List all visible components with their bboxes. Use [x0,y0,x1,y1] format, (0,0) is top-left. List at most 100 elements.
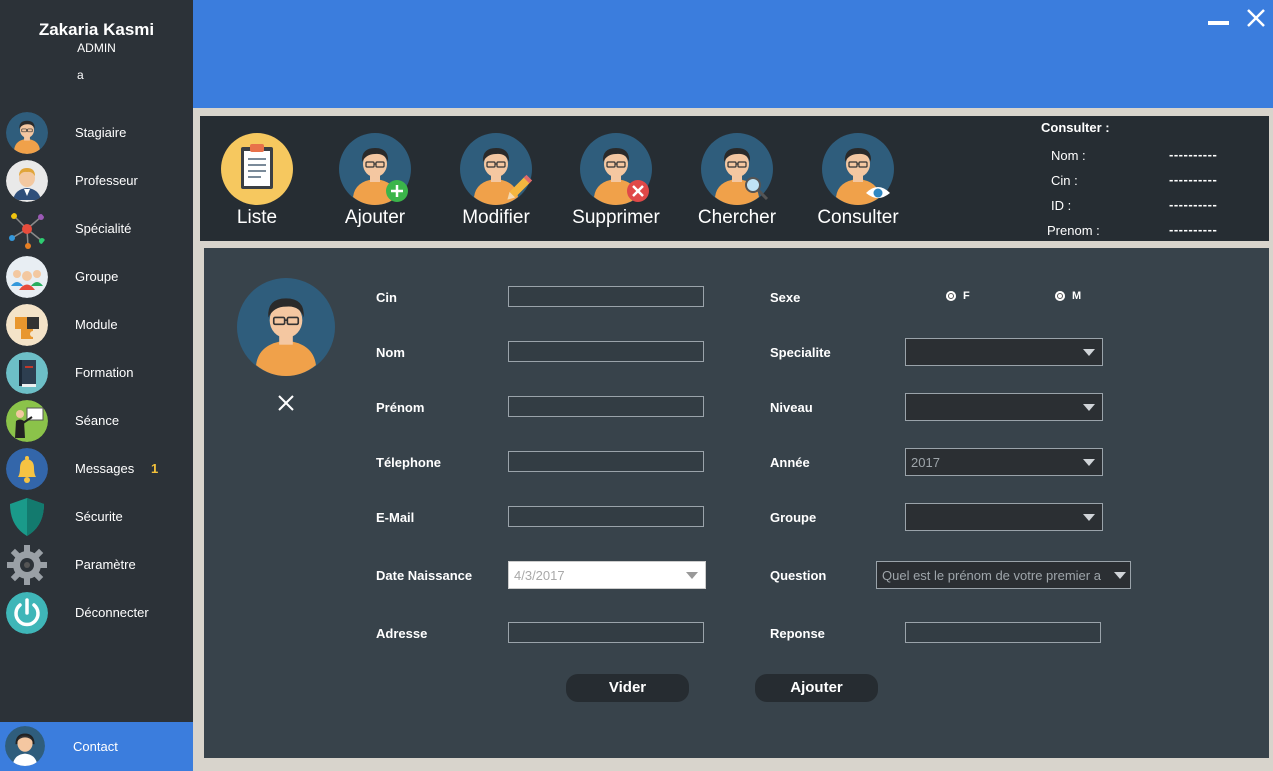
sidebar-item-specialite[interactable]: Spécialité [0,206,193,252]
consult-cin-value: ---------- [1169,172,1218,187]
sidebar-item-parametre[interactable]: Paramètre [0,542,193,588]
network-nodes-icon [6,208,48,250]
consult-prenom-label: Prenom : [1047,223,1100,238]
consulter-label: Consulter [817,207,899,228]
adresse-input[interactable] [508,622,704,643]
gear-icon [6,544,48,586]
sidebar-item-label: Stagiaire [75,125,127,140]
niveau-select[interactable] [905,393,1103,421]
question-select[interactable]: Quel est le prénom de votre premier a [876,561,1131,589]
telephone-input[interactable] [508,451,704,472]
chevron-down-icon [1114,572,1126,579]
sidebar-item-label: Paramètre [75,557,136,572]
email-label: E-Mail [376,510,415,525]
niveau-label: Niveau [770,400,813,415]
sexe-label: Sexe [770,290,801,305]
prenom-label: Prénom [376,400,425,415]
ajouter-tool-button[interactable]: Ajouter [315,133,435,233]
sexe-f-radio[interactable]: F [946,290,976,304]
sidebar-item-label: Déconnecter [75,605,149,620]
chercher-button[interactable]: Chercher [677,133,797,233]
sidebar-item-securite[interactable]: Sécurite [0,494,193,540]
consult-nom-label: Nom : [1051,148,1086,163]
edit-user-icon [460,133,532,205]
sidebar-item-messages[interactable]: Messages 1 [0,446,193,492]
chevron-down-icon [686,572,698,579]
user-name: Zakaria Kasmi [38,20,155,39]
question-label: Question [770,568,827,583]
presentation-board-icon [6,400,48,442]
supprimer-label: Supprimer [572,207,660,228]
consult-cin-label: Cin : [1051,173,1078,188]
messages-count-badge: 1 [151,461,159,476]
reponse-input[interactable] [905,622,1101,643]
chevron-down-icon [1083,514,1095,521]
chevron-down-icon [1083,459,1095,466]
consult-nom-value: ---------- [1169,147,1218,162]
delete-user-icon [580,133,652,205]
email-input[interactable] [508,506,704,527]
groupe-select[interactable] [905,503,1103,531]
chercher-label: Chercher [697,207,777,228]
telephone-label: Télephone [376,455,442,470]
liste-button[interactable]: Liste [197,133,317,233]
bell-icon [6,448,48,490]
annee-select[interactable]: 2017 [905,448,1103,476]
sidebar-item-formation[interactable]: Formation [0,350,193,396]
sidebar-item-seance[interactable]: Séance [0,398,193,444]
date-naissance-picker[interactable]: 4/3/2017 [508,561,706,589]
supprimer-button[interactable]: Supprimer [556,133,676,233]
specialite-select[interactable] [905,338,1103,366]
sidebar-item-label: Professeur [75,173,138,188]
user-avatar-icon [237,278,335,376]
close-icon [278,395,294,411]
remove-photo-button[interactable] [276,393,296,413]
sidebar-item-label: Spécialité [75,221,132,236]
sidebar-item-groupe[interactable]: Groupe [0,254,193,300]
specialite-label: Specialite [770,345,831,360]
close-icon [1247,9,1265,27]
sexe-m-label: M [1072,290,1082,302]
sidebar-item-contact[interactable]: Contact [0,722,193,771]
modifier-label: Modifier [462,207,530,228]
liste-label: Liste [236,207,278,228]
consult-title: Consulter : [1041,120,1110,135]
groupe-label: Groupe [770,510,817,525]
nom-label: Nom [376,345,405,360]
cin-label: Cin [376,290,397,305]
sexe-f-label: F [963,290,970,302]
modifier-button[interactable]: Modifier [436,133,556,233]
ajouter-submit-button[interactable]: Ajouter [755,674,878,702]
sidebar-item-professeur[interactable]: Professeur [0,158,193,204]
sidebar-item-label: Groupe [75,269,119,284]
group-people-icon [6,256,48,298]
puzzle-icon [6,304,48,346]
clipboard-list-icon [221,133,293,205]
sidebar-item-deconnecter[interactable]: Déconnecter [0,590,193,636]
search-user-icon [701,133,773,205]
question-value: Quel est le prénom de votre premier a [882,568,1101,583]
sidebar-item-module[interactable]: Module [0,302,193,348]
teacher-avatar-icon [6,160,48,202]
date-naissance-label: Date Naissance [376,568,473,583]
adresse-label: Adresse [376,626,428,641]
sexe-m-radio[interactable]: M [1055,290,1085,304]
sidebar-item-label: Messages [75,461,135,476]
contact-label: Contact [73,739,118,754]
consult-prenom-value: ---------- [1169,222,1218,237]
shield-icon [6,496,48,538]
minimize-button[interactable] [1208,21,1229,25]
chevron-down-icon [1083,349,1095,356]
annee-label: Année [770,455,810,470]
power-icon [6,592,48,634]
profile-avatar[interactable] [237,278,335,376]
prenom-input[interactable] [508,396,704,417]
cin-input[interactable] [508,286,704,307]
nom-input[interactable] [508,341,704,362]
consulter-button[interactable]: Consulter [798,133,918,233]
vider-button[interactable]: Vider [566,674,689,702]
title-bar [193,0,1273,108]
sidebar-item-stagiaire[interactable]: Stagiaire [0,110,193,156]
close-button[interactable] [1244,6,1268,30]
sidebar: Zakaria Kasmi ADMIN a Stagiaire Professe… [0,0,193,771]
